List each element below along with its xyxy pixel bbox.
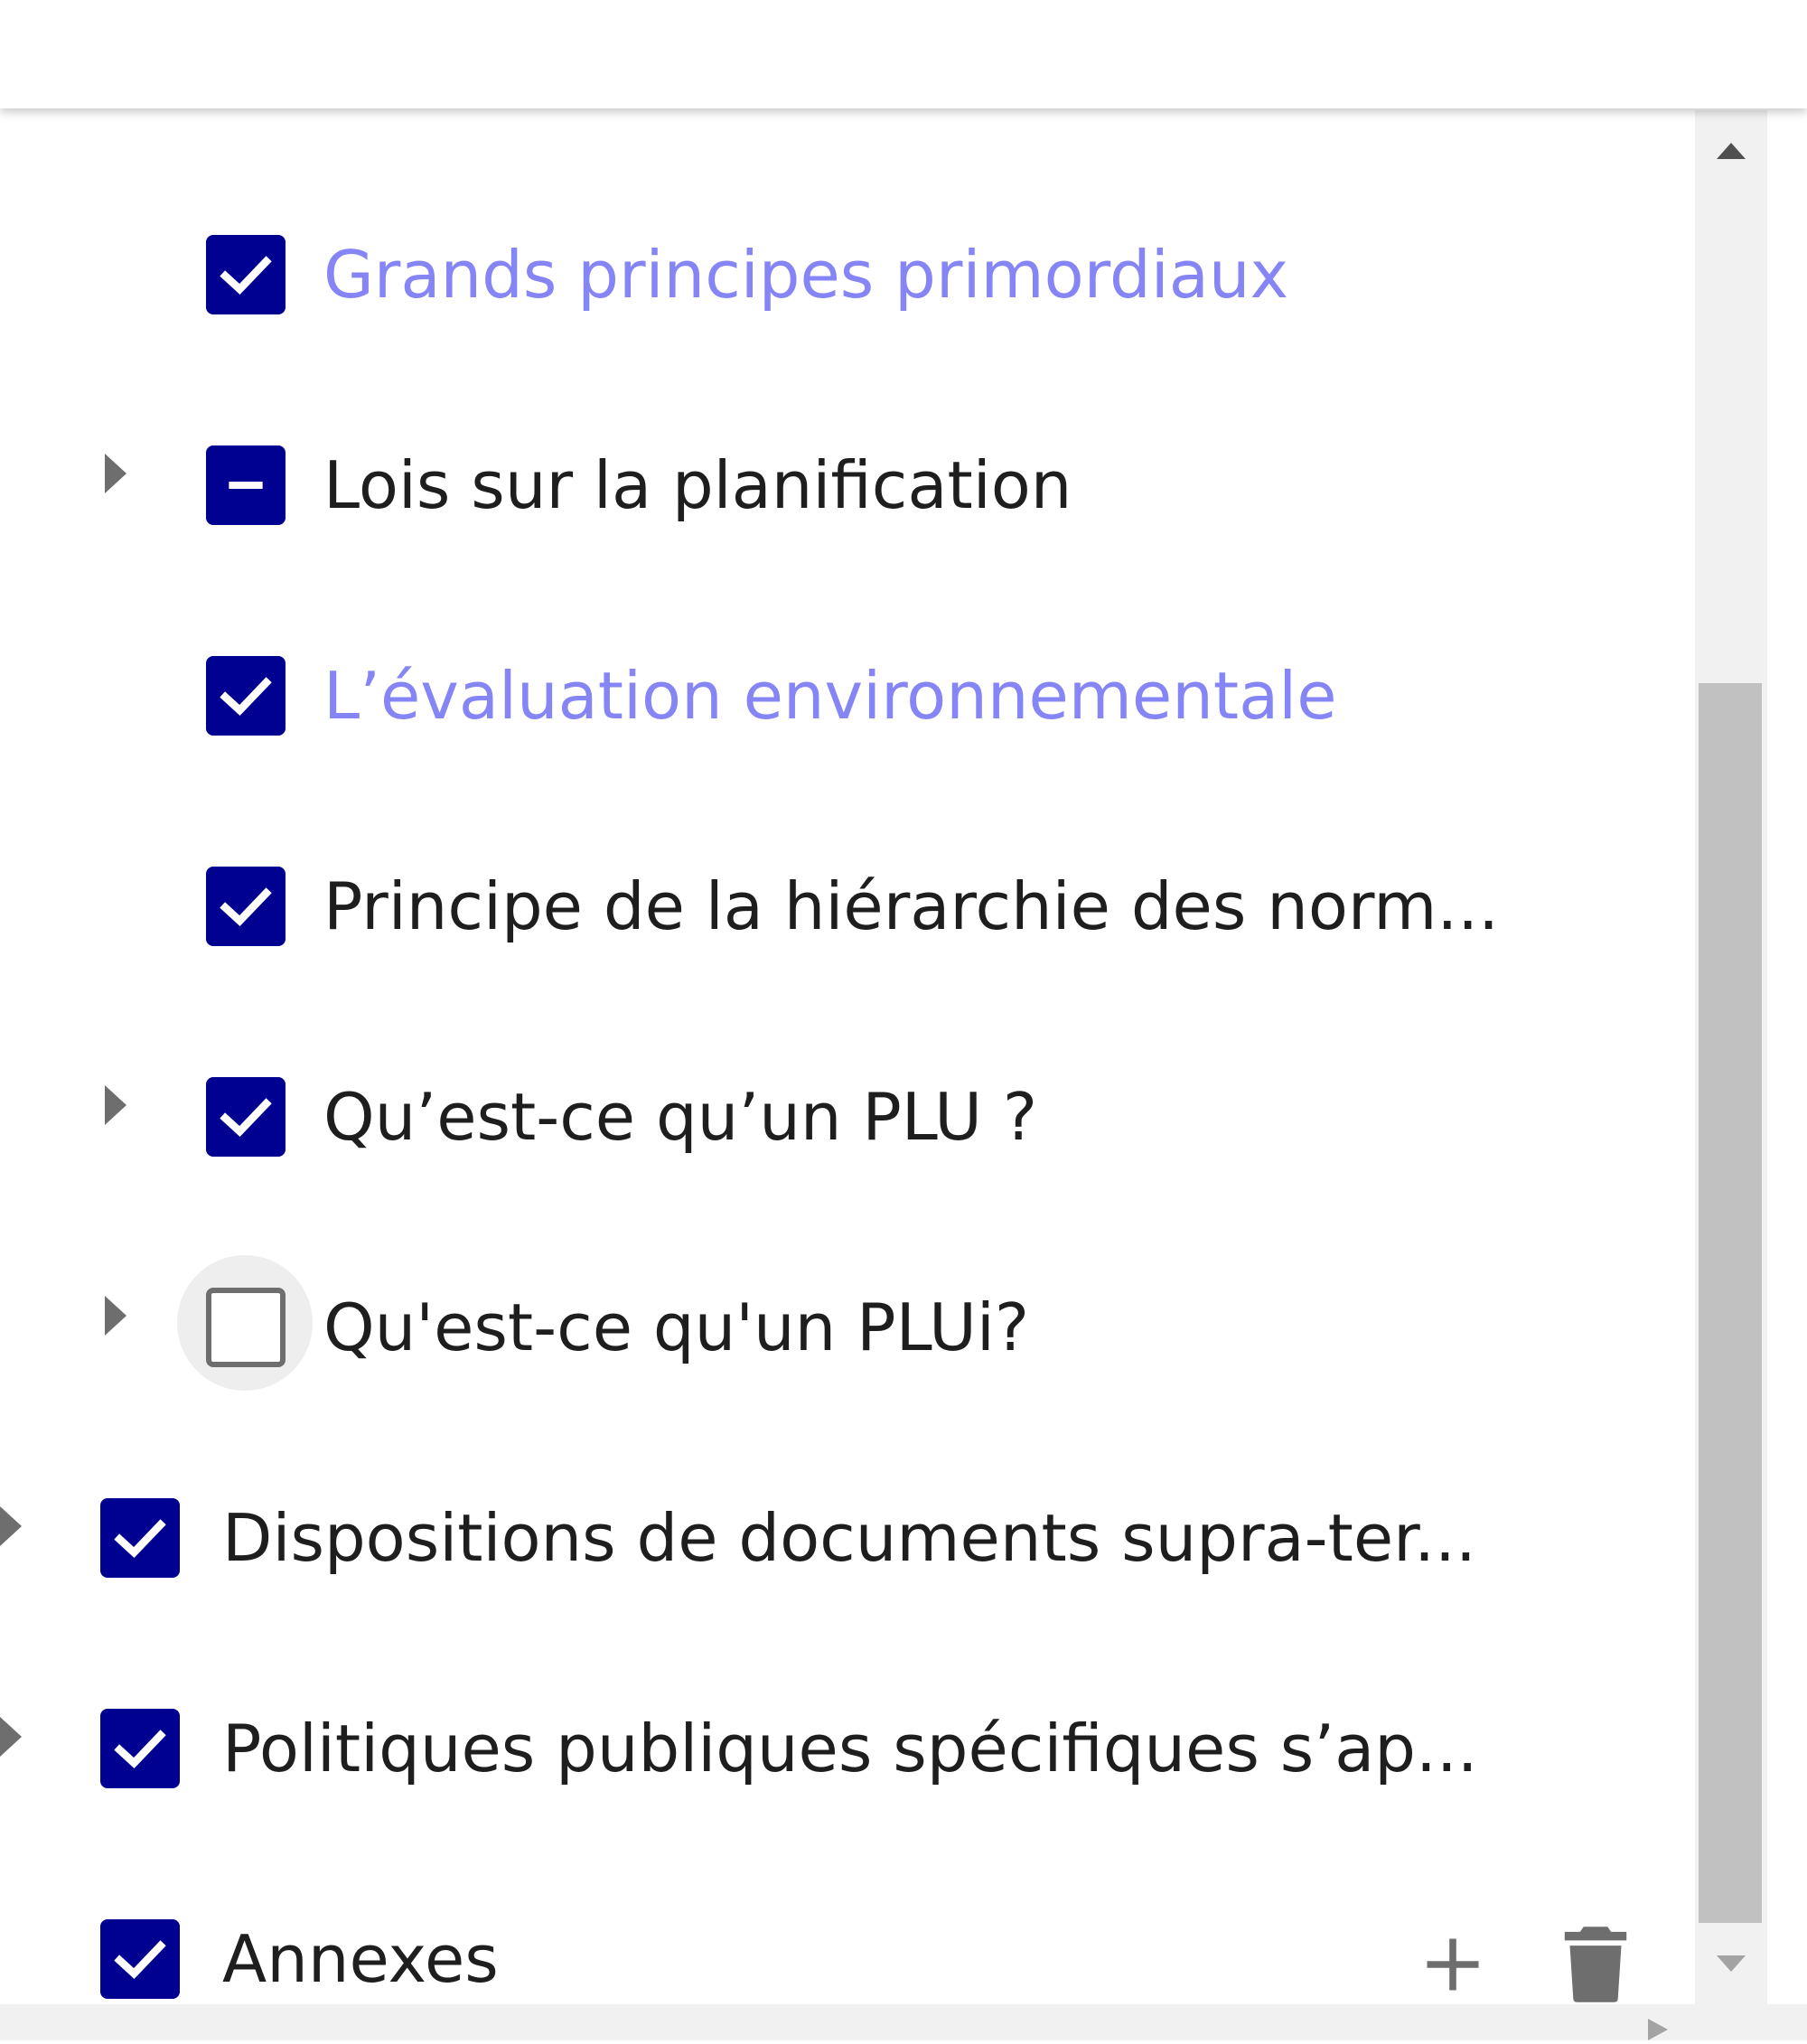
tree-item-label: Qu'est-ce qu'un PLUi? [323, 1289, 1030, 1365]
tree-item-checkbox[interactable] [206, 445, 286, 525]
tree-item-checkbox[interactable] [100, 1709, 180, 1788]
tree-item-checkbox[interactable] [206, 235, 286, 314]
tree-item[interactable]: Grands principes primordiaux [0, 195, 1695, 331]
tree-item-checkbox[interactable] [206, 1288, 286, 1367]
tree-item[interactable]: Politiques publiques spécifiques s’ap... [0, 1669, 1695, 1805]
tree-item-label: Grands principes primordiaux [323, 237, 1289, 313]
tree-item-checkbox[interactable] [100, 1919, 180, 1999]
tree-item[interactable]: Principe de la hiérarchie des norm... [0, 827, 1695, 962]
tree-item-checkbox[interactable] [100, 1498, 180, 1578]
tree-item[interactable]: Qu'est-ce qu'un PLUi? [0, 1248, 1695, 1391]
tree-item-label: Qu’est-ce qu’un PLU ? [323, 1079, 1038, 1155]
tree-item-label: Lois sur la planification [323, 447, 1072, 523]
minus-icon [229, 482, 263, 489]
triangle-up-icon[interactable] [1717, 137, 1746, 164]
checkmark-icon [114, 1940, 166, 1979]
right-gutter [1767, 110, 1807, 2004]
tree-item[interactable]: Annexes [0, 1880, 1695, 2004]
tree-item[interactable]: Qu’est-ce qu’un PLU ? [0, 1037, 1695, 1173]
tree-item-label: Politiques publiques spécifiques s’ap... [222, 1711, 1478, 1786]
horizontal-scrollbar[interactable] [0, 2004, 1807, 2040]
tree-item-label: L’évaluation environnementale [323, 658, 1337, 734]
checkmark-icon [220, 677, 272, 716]
tree-item[interactable]: Dispositions de documents supra-ter... [0, 1458, 1695, 1594]
expand-caret-icon[interactable] [94, 453, 136, 494]
checkmark-icon [220, 1098, 272, 1137]
triangle-right-icon[interactable] [1646, 2019, 1670, 2040]
checkmark-icon [114, 1730, 166, 1768]
expand-caret-icon[interactable] [0, 1505, 31, 1547]
tree-item-checkbox[interactable] [206, 1077, 286, 1157]
plus-icon[interactable] [1415, 1927, 1491, 2002]
tree-item-label: Dispositions de documents supra-ter... [222, 1500, 1476, 1576]
tree-item[interactable]: L’évaluation environnementale [0, 616, 1695, 752]
expand-caret-icon[interactable] [94, 1295, 136, 1336]
top-bar [0, 0, 1807, 108]
tree-item[interactable]: Lois sur la planification [0, 406, 1695, 541]
expand-caret-icon[interactable] [0, 1716, 31, 1758]
expand-caret-icon[interactable] [94, 1084, 136, 1126]
tree-item-checkbox[interactable] [206, 867, 286, 946]
checkmark-icon [114, 1519, 166, 1558]
tree-panel: Grands principes primordiaux Lois sur la… [0, 110, 1695, 2004]
checkmark-icon [220, 887, 272, 926]
triangle-down-icon[interactable] [1717, 1950, 1746, 1977]
tree-item-checkbox[interactable] [206, 656, 286, 736]
vertical-scrollbar[interactable] [1695, 110, 1767, 2004]
checkmark-icon [220, 256, 272, 295]
trash-icon[interactable] [1558, 1927, 1634, 2002]
tree-item-label: Principe de la hiérarchie des norm... [323, 868, 1500, 944]
tree-item-label: Annexes [222, 1921, 499, 1997]
scrollbar-thumb[interactable] [1699, 683, 1762, 1923]
